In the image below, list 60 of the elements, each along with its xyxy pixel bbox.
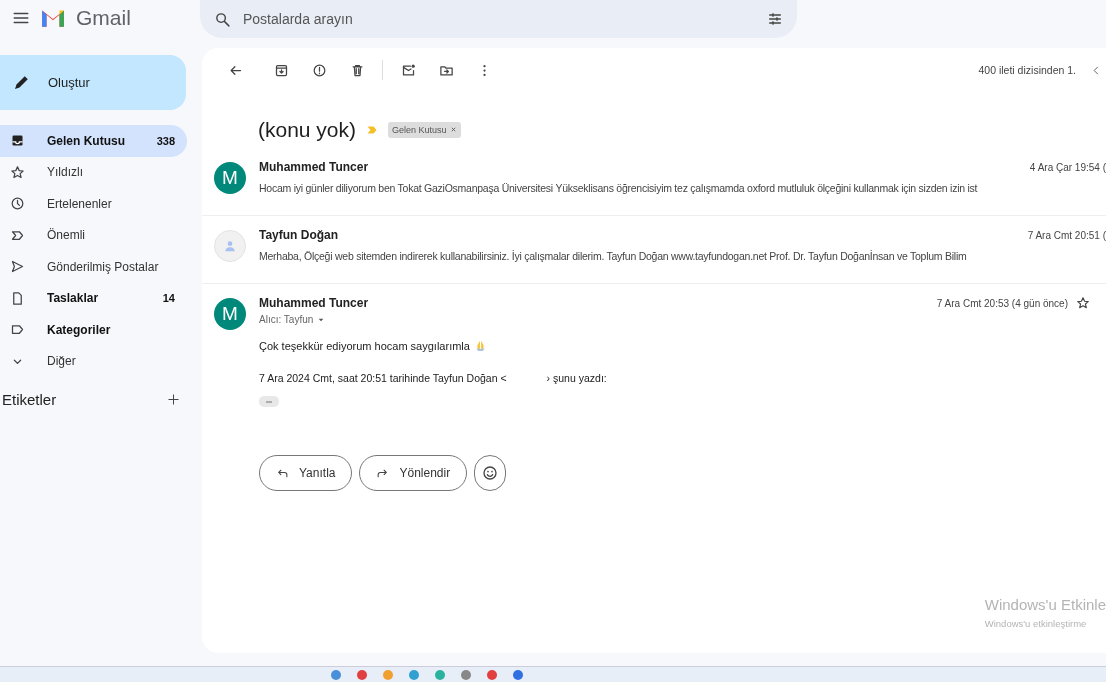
ellipsis-icon [263, 398, 275, 405]
search-icon[interactable] [214, 10, 231, 28]
document-icon [10, 290, 25, 306]
plus-icon[interactable] [166, 392, 181, 407]
sidebar-item[interactable]: Kategoriler [0, 314, 187, 346]
person-icon [223, 239, 237, 253]
sender-name: Muhammed Tuncer [259, 296, 369, 310]
sender-name: Muhammed Tuncer [259, 160, 369, 174]
section-heading: Etiketler [2, 391, 57, 408]
message-body: Çok teşekkür ediyorum hocam saygılarımla [259, 339, 470, 352]
app-name: Gmail [76, 6, 131, 30]
taskbar-app-icon[interactable] [512, 668, 524, 681]
thread-position: 400 ileti dizisinden 1. [978, 64, 1076, 76]
quote-intro: › şunu yazdı: [546, 372, 607, 384]
taskbar-app-icon[interactable] [330, 668, 342, 681]
message-row[interactable]: Tayfun Doğan 7 Ara Cmt 20:51 ( Merhaba, Ölçeği web sitemden indirerek kullanabilirsiniz. İyi çalışmalar dilerim. Tayfun Doğan www.tayfundogan.net Prof. Dr. Tayfun Doğanİnsan ve Toplum Bilim [202, 216, 1106, 284]
archive-icon[interactable] [273, 62, 289, 78]
star-icon [10, 164, 25, 180]
sidebar-item[interactable]: Diğer [0, 345, 187, 377]
sidebar-item[interactable]: Ertelenenler [0, 188, 187, 220]
label-chip[interactable]: Gelen Kutusu [388, 122, 461, 138]
clock-icon [10, 196, 25, 212]
taskbar-app-icon[interactable] [356, 668, 368, 681]
sender-name: Tayfun Doğan [259, 228, 339, 242]
activation-text: Windows'u etkinleştirme [984, 618, 1088, 629]
message-row[interactable]: M Muhammed Tuncer 4 Ara Çar 19:54 ( Hocam iyi günler diliyorum ben Tokat GaziOsmanpaşa Üniversitesi Yükseklisans öğrencisiyim tez çalışmamda oxford mutluluk ölçeğini kullanmak için sizden izin ist [202, 148, 1106, 216]
avatar: M [214, 298, 246, 330]
search-bar[interactable]: Postalarda arayın [200, 0, 797, 38]
activation-title: Windows'u Etkinle [984, 596, 1106, 613]
important-marker-icon[interactable] [366, 124, 379, 136]
recipient-text: Alıcı: Tayfun [259, 314, 314, 325]
compose-button[interactable]: Oluştur [0, 55, 186, 110]
inbox-icon [10, 133, 25, 149]
message-snippet: Hocam iyi günler diliyorum ben Tokat GaziOsmanpaşa Üniversitesi Yükseklisans öğrencisiyim tez çalışmamda oxford mutluluk ölçeğini kullanmak için sizden izin ist [259, 182, 979, 194]
sidebar-item[interactable]: Gönderilmiş Postalar [0, 251, 187, 283]
sidebar-item[interactable]: Gelen Kutusu 338 [0, 125, 187, 157]
star-icon[interactable] [1076, 296, 1090, 310]
sidebar-item[interactable]: Yıldızlı [0, 156, 187, 188]
message-date: 7 Ara Cmt 20:53 (4 gün önce) [936, 297, 1068, 309]
report-spam-icon[interactable] [311, 62, 327, 78]
close-icon[interactable] [449, 125, 457, 134]
sidebar-item[interactable]: Taslaklar 14 [0, 282, 187, 314]
message-date: 7 Ara Cmt 20:51 ( [1027, 229, 1106, 241]
send-icon [10, 259, 25, 275]
taskbar-app-icon[interactable] [408, 668, 420, 681]
forward-button[interactable]: Yönlendir [359, 455, 468, 491]
taskbar-app-icon[interactable] [460, 668, 472, 681]
filter-sliders-icon[interactable] [767, 11, 783, 27]
avatar: M [214, 162, 246, 194]
sidebar-item[interactable]: Önemli [0, 219, 187, 251]
message-date: 4 Ara Çar 19:54 ( [1029, 161, 1106, 173]
quote-intro: 7 Ara 2024 Cmt, saat 20:51 tarihinde Tayfun Doğan < [259, 372, 507, 384]
smiley-icon [482, 465, 499, 481]
taskbar-app-icon[interactable] [486, 668, 498, 681]
thread-subject: (konu yok) [258, 118, 357, 142]
envelope-dot-icon[interactable] [400, 62, 416, 78]
reply-button[interactable]: Yanıtla [259, 455, 353, 491]
emoji-reaction-button[interactable] [474, 455, 507, 491]
search-field[interactable]: Postalarda arayın [241, 10, 757, 28]
message-snippet: Merhaba, Ölçeği web sitemden indirerek kullanabilirsiniz. İyi çalışmalar dilerim. Tayfun Doğan www.tayfundogan.net Prof. Dr. Tayfun Doğanİnsan ve Toplum Bilim [259, 250, 968, 262]
